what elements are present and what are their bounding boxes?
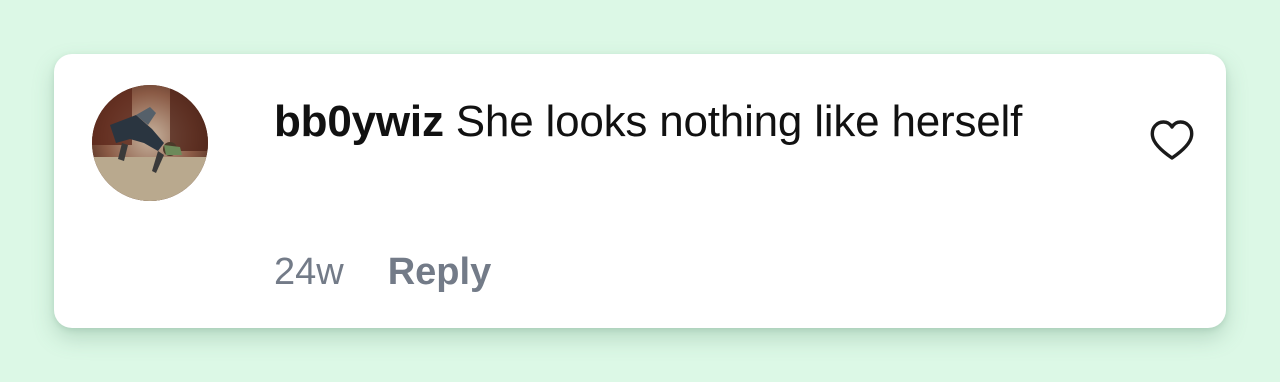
comment-card: bb0ywiz She looks nothing like herself 2… — [54, 54, 1226, 328]
avatar-photo — [92, 85, 208, 201]
comment-text: bb0ywiz She looks nothing like herself — [274, 90, 1034, 154]
reply-button[interactable]: Reply — [388, 244, 491, 300]
avatar[interactable] — [92, 85, 208, 201]
like-button[interactable] — [1148, 118, 1196, 162]
comment-username[interactable]: bb0ywiz — [274, 97, 444, 146]
heart-outline-icon — [1150, 120, 1194, 160]
comment-body: She looks nothing like herself — [455, 97, 1023, 146]
comment-timestamp: 24w — [274, 251, 344, 293]
comment-meta: 24w Reply — [274, 244, 491, 300]
